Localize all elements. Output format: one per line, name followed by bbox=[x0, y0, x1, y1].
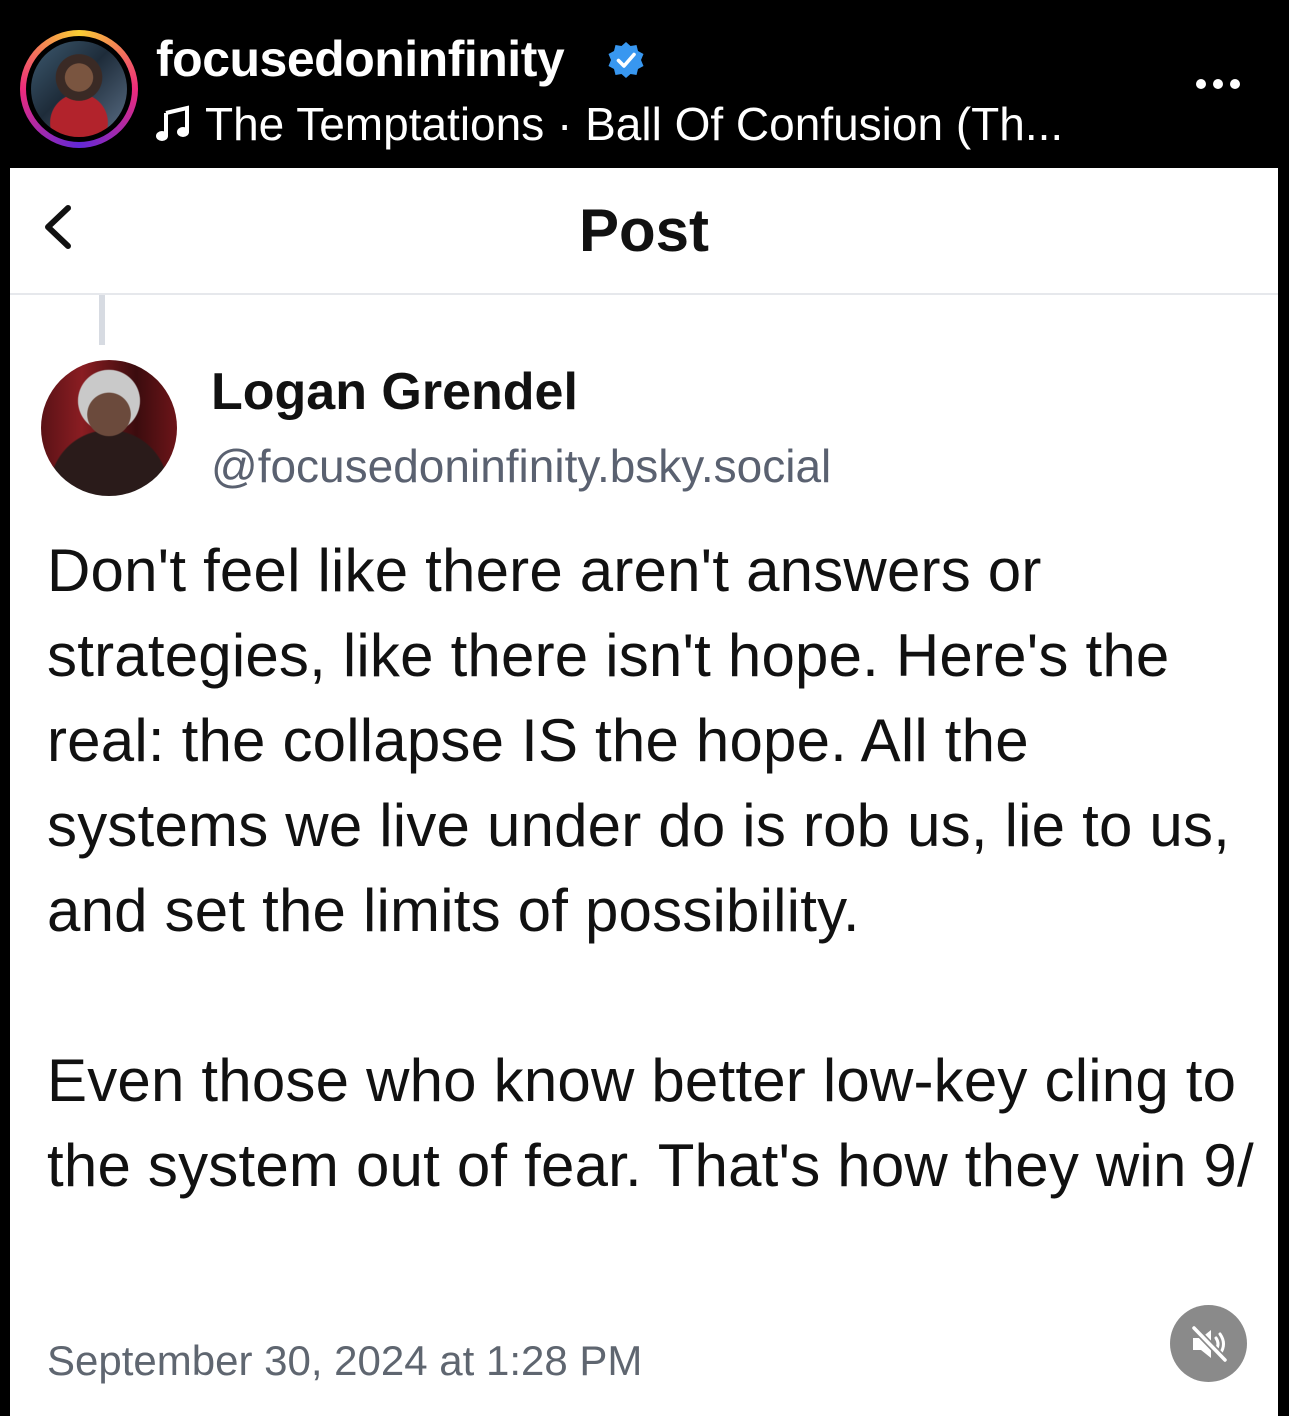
story-header: focusedoninfinity The Temptations · Ball… bbox=[0, 0, 1289, 168]
author-avatar[interactable] bbox=[41, 360, 177, 496]
post-timestamp: September 30, 2024 at 1:28 PM bbox=[47, 1337, 643, 1384]
muted-speaker-icon bbox=[1190, 1324, 1228, 1363]
mute-button[interactable] bbox=[1170, 1305, 1247, 1382]
post-card: Post Logan Grendel @focusedoninfinity.bs… bbox=[10, 168, 1278, 1416]
header-divider bbox=[10, 293, 1278, 295]
thread-line bbox=[99, 295, 105, 345]
post-body: Don't feel like there aren't answers or … bbox=[47, 528, 1267, 1208]
post-paragraph: Even those who know better low-key cling… bbox=[47, 1047, 1254, 1199]
story-avatar-photo bbox=[31, 41, 127, 137]
verified-icon bbox=[608, 42, 644, 78]
page-title: Post bbox=[578, 197, 710, 264]
author-handle[interactable]: @focusedoninfinity.bsky.social bbox=[211, 438, 831, 494]
music-track-label[interactable]: The Temptations · Ball Of Confusion (Th.… bbox=[205, 96, 1063, 152]
post-paragraph: Don't feel like there aren't answers or … bbox=[47, 537, 1231, 944]
story-avatar[interactable] bbox=[20, 30, 138, 148]
story-avatar-inner bbox=[26, 36, 132, 142]
story-username[interactable]: focusedoninfinity bbox=[156, 30, 565, 88]
author-name[interactable]: Logan Grendel bbox=[211, 361, 578, 423]
more-options-icon[interactable] bbox=[1196, 76, 1248, 96]
music-note-icon bbox=[156, 105, 189, 141]
